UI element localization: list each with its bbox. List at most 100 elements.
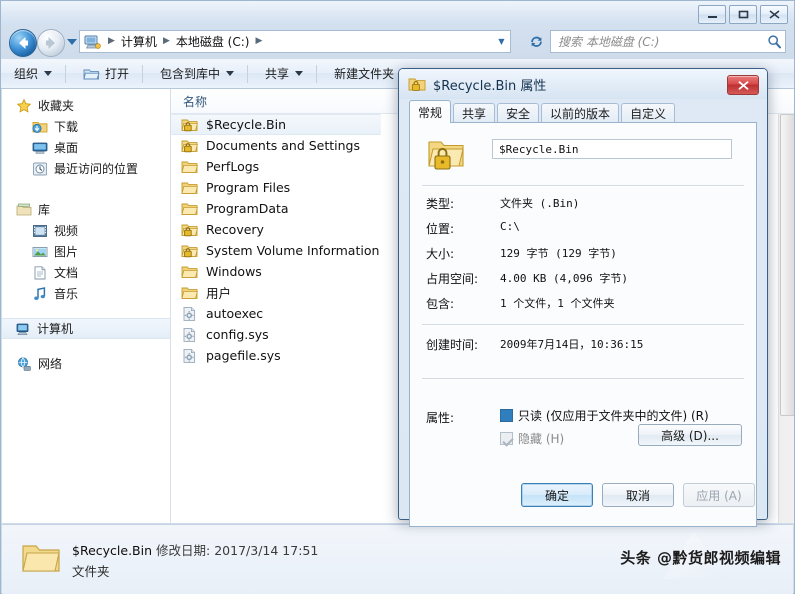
nav-gap-1 (2, 179, 170, 193)
computer-icon (15, 321, 31, 337)
tab-previous-versions-label: 以前的版本 (550, 107, 611, 121)
video-library-icon (32, 223, 48, 239)
sidebar-item-favorites[interactable]: 收藏夹 (2, 95, 170, 116)
window-controls (698, 5, 788, 24)
breadcrumb-item-1[interactable]: 本地磁盘 (C:) (174, 33, 252, 50)
sidebar-item-music[interactable]: 音乐 (2, 283, 170, 304)
toolbar-open[interactable]: 打开 (74, 63, 138, 85)
sidebar-item-downloads[interactable]: 下载 (2, 116, 170, 137)
computer-breadcrumb-icon (84, 34, 101, 50)
dialog-close-button[interactable] (727, 75, 759, 95)
prop-value-created: 2009年7月14日，10:36:15 (500, 338, 644, 351)
toolbar-organize[interactable]: 组织 (5, 63, 61, 85)
file-name-label: ProgramData (206, 201, 289, 216)
prop-row-created: 创建时间: 2009年7月14日，10:36:15 (426, 336, 746, 356)
chevron-down-icon (44, 71, 53, 76)
list-scrollbar-thumb[interactable] (780, 114, 794, 416)
sidebar-item-videos[interactable]: 视频 (2, 220, 170, 241)
breadcrumb-separator-0: ▶ (108, 36, 115, 46)
prop-label-attributes: 属性: (426, 411, 455, 425)
advanced-button[interactable]: 高级 (D)... (638, 424, 742, 446)
sidebar-item-libraries[interactable]: 库 (2, 199, 170, 220)
tab-previous-versions[interactable]: 以前的版本 (541, 103, 620, 123)
close-button[interactable] (760, 5, 788, 24)
prop-label-contains: 包含: (426, 297, 455, 311)
file-name-label: $Recycle.Bin (206, 117, 287, 132)
table-row[interactable]: $Recycle.Bin (171, 114, 381, 135)
address-dropdown-icon[interactable]: ▼ (495, 31, 508, 52)
cancel-button[interactable]: 取消 (602, 483, 674, 507)
toolbar-include-in-library-label: 包含到库中 (160, 67, 221, 81)
sidebar-item-computer[interactable]: 计算机 (2, 318, 170, 339)
prop-label-size-on-disk: 占用空间: (426, 272, 479, 286)
tab-customize[interactable]: 自定义 (621, 103, 676, 123)
breadcrumb[interactable]: ▶ 计算机 ▶ 本地磁盘 (C:) ▶ ▼ (79, 30, 511, 53)
address-bar-row: ▶ 计算机 ▶ 本地磁盘 (C:) ▶ ▼ 搜索 本地磁盘 (C:) (1, 25, 794, 59)
documents-library-icon (32, 265, 48, 281)
tab-customize-label: 自定义 (630, 107, 667, 121)
folder-name-input[interactable]: $Recycle.Bin (492, 139, 732, 159)
tab-security-label: 安全 (506, 107, 531, 121)
toolbar-include-in-library[interactable]: 包含到库中 (151, 63, 243, 85)
sidebar-item-desktop[interactable]: 桌面 (2, 137, 170, 158)
recent-places-icon (32, 161, 48, 177)
locked-folder-icon (181, 117, 198, 133)
list-scrollbar[interactable] (778, 114, 794, 523)
prop-value-size-on-disk: 4.00 KB (4,096 字节) (500, 272, 628, 285)
sidebar-item-pictures[interactable]: 图片 (2, 241, 170, 262)
breadcrumb-item-0[interactable]: 计算机 (119, 33, 159, 50)
prop-row-contains: 包含: 1 个文件，1 个文件夹 (426, 295, 746, 315)
dialog-tabstrip[interactable]: 常规 共享 安全 以前的版本 自定义 (409, 100, 757, 123)
tab-security[interactable]: 安全 (497, 103, 540, 123)
sidebar-label-network: 网络 (38, 357, 63, 371)
tab-general[interactable]: 常规 (409, 100, 452, 123)
details-file-name: $Recycle.Bin (72, 543, 153, 558)
watermark-text: 头条 @黔货郎视频编辑 (620, 549, 781, 567)
tab-sharing[interactable]: 共享 (453, 103, 496, 123)
readonly-checkbox-row[interactable]: 只读 (仅应用于文件夹中的文件) (R) (500, 407, 709, 424)
properties-dialog[interactable]: $Recycle.Bin 属性 常规 共享 安全 以前的版本 自定义 $Recy… (398, 68, 768, 527)
toolbar-separator-1 (65, 64, 67, 83)
sidebar-item-network[interactable]: 网络 (2, 353, 170, 374)
divider-2 (422, 324, 744, 326)
ok-button[interactable]: 确定 (521, 483, 593, 507)
system-file-icon (181, 348, 198, 364)
search-box[interactable]: 搜索 本地磁盘 (C:) (550, 30, 786, 53)
prop-value-location: C:\ (500, 220, 520, 233)
open-folder-icon (83, 66, 100, 82)
refresh-button[interactable] (526, 31, 546, 51)
hidden-checkbox-row[interactable]: 隐藏 (H) (500, 430, 564, 447)
navigation-pane[interactable]: 收藏夹 下载 桌面 最近访问的位置 库 视频 图片 文档 音乐 计算机 网络 (2, 89, 171, 523)
back-button[interactable] (9, 29, 37, 57)
details-line-primary: $Recycle.Bin 修改日期: 2017/3/14 17:51 (72, 540, 318, 559)
folder-icon (181, 159, 198, 175)
recent-pages-dropdown-icon[interactable] (67, 39, 77, 45)
prop-value-type: 文件夹 (.Bin) (500, 197, 580, 210)
minimize-button[interactable] (698, 5, 726, 24)
system-file-icon (181, 306, 198, 322)
details-pane: $Recycle.Bin 修改日期: 2017/3/14 17:51 文件夹 头… (2, 524, 793, 594)
prop-value-contains: 1 个文件，1 个文件夹 (500, 297, 615, 310)
search-input[interactable]: 搜索 本地磁盘 (C:) (551, 33, 763, 50)
forward-button[interactable] (37, 29, 65, 57)
sidebar-label-desktop: 桌面 (54, 141, 79, 155)
dialog-button-row: 确定 取消 应用 (A) (399, 483, 767, 509)
toolbar-share-label: 共享 (265, 67, 290, 81)
breadcrumb-separator-2[interactable]: ▶ (251, 37, 266, 46)
breadcrumb-separator-1[interactable]: ▶ (159, 37, 174, 46)
prop-label-type: 类型: (426, 197, 455, 211)
tab-general-label: 常规 (418, 105, 443, 120)
chevron-down-icon (226, 71, 235, 76)
toolbar-share[interactable]: 共享 (256, 63, 312, 85)
dialog-titlebar[interactable]: $Recycle.Bin 属性 (399, 69, 767, 99)
sidebar-item-documents[interactable]: 文档 (2, 262, 170, 283)
readonly-checkbox[interactable] (500, 409, 513, 422)
search-icon[interactable] (763, 34, 785, 49)
hidden-checkbox[interactable] (500, 432, 513, 445)
apply-button[interactable]: 应用 (A) (683, 483, 755, 507)
sidebar-item-recent-places[interactable]: 最近访问的位置 (2, 158, 170, 179)
maximize-button[interactable] (729, 5, 757, 24)
toolbar-new-folder[interactable]: 新建文件夹 (325, 63, 403, 85)
column-header-name[interactable]: 名称 (183, 93, 207, 110)
file-name-label: Documents and Settings (206, 138, 361, 153)
